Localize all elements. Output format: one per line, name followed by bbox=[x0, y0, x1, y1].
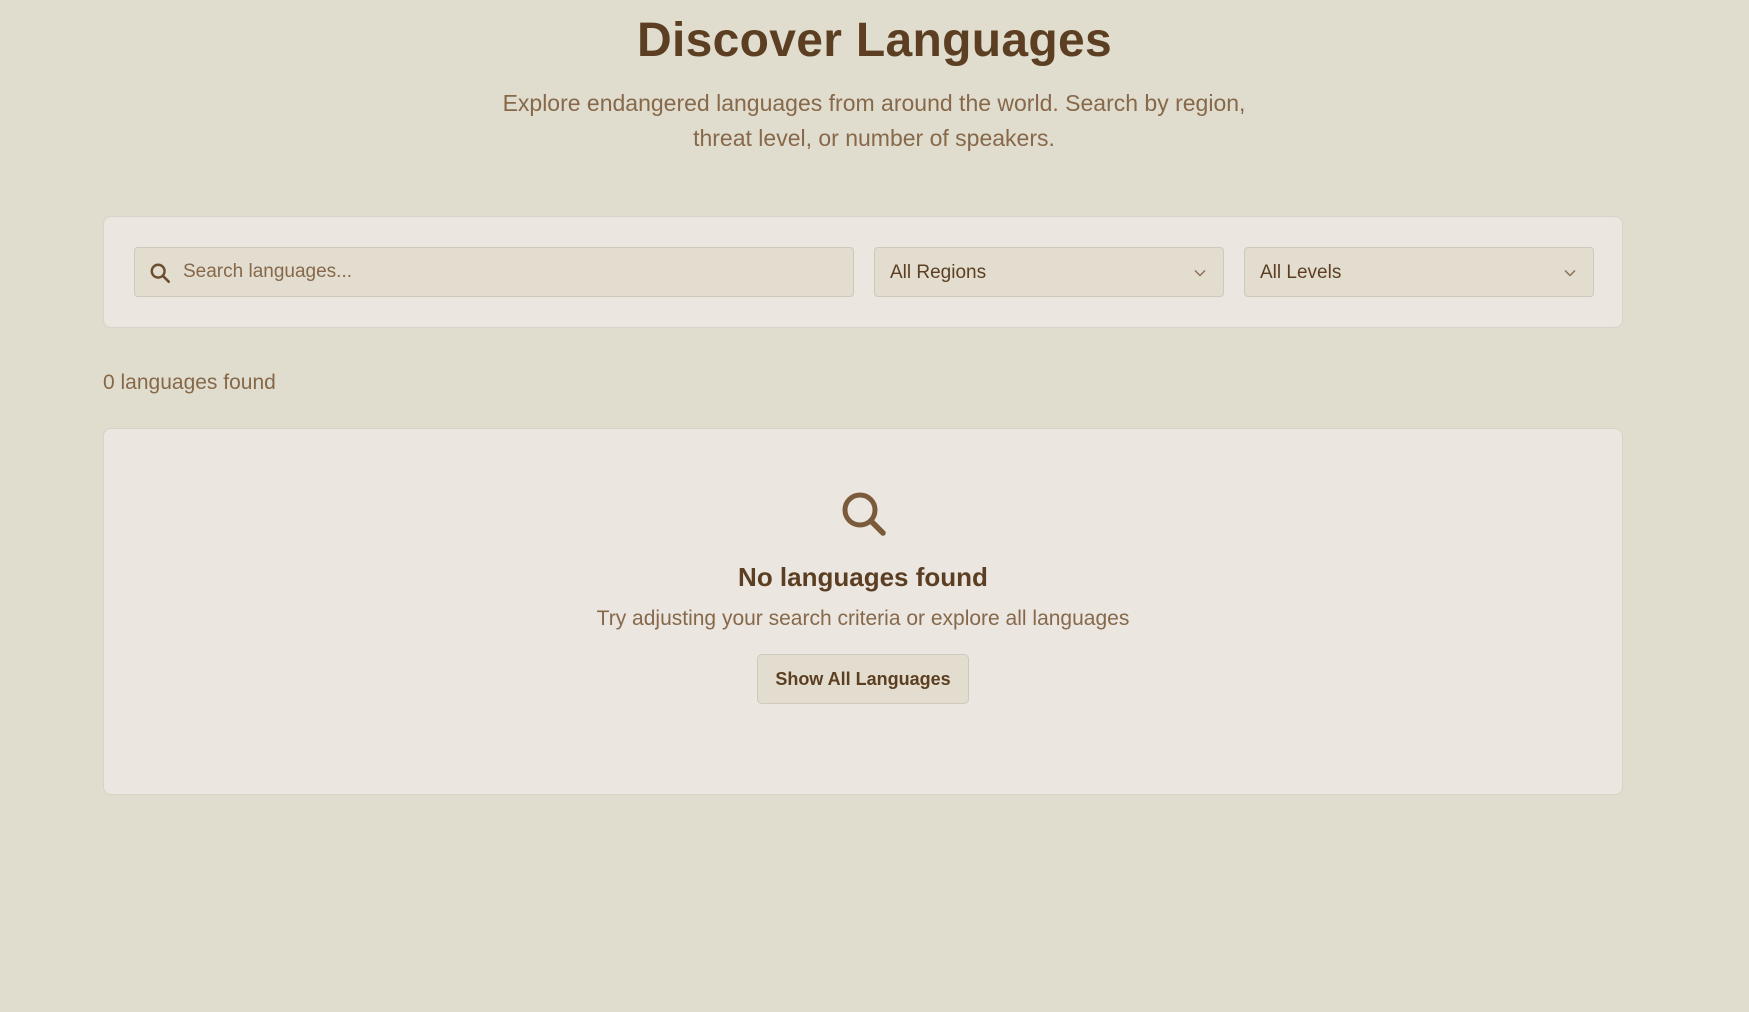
empty-state-description: Try adjusting your search criteria or ex… bbox=[596, 607, 1130, 630]
level-select-value: All Levels bbox=[1260, 262, 1342, 283]
chevron-down-icon bbox=[1564, 269, 1576, 277]
results-count: 0 languages found bbox=[103, 371, 276, 394]
page-subtitle: Explore endangered languages from around… bbox=[502, 90, 1246, 151]
search-field[interactable] bbox=[134, 247, 854, 297]
show-all-languages-button[interactable]: Show All Languages bbox=[757, 654, 969, 704]
filter-bar: All Regions All Levels bbox=[103, 216, 1623, 328]
search-icon bbox=[150, 263, 170, 283]
search-icon bbox=[842, 492, 886, 536]
empty-state-title: No languages found bbox=[738, 562, 988, 592]
region-select[interactable]: All Regions bbox=[874, 247, 1224, 297]
chevron-down-icon bbox=[1194, 269, 1206, 277]
page: Discover Languages Explore endangered la… bbox=[0, 0, 1749, 1012]
search-input[interactable] bbox=[183, 248, 843, 296]
level-select[interactable]: All Levels bbox=[1244, 247, 1594, 297]
region-select-value: All Regions bbox=[890, 262, 987, 283]
empty-state: No languages found Try adjusting your se… bbox=[103, 428, 1623, 795]
page-title: Discover Languages bbox=[637, 14, 1112, 67]
